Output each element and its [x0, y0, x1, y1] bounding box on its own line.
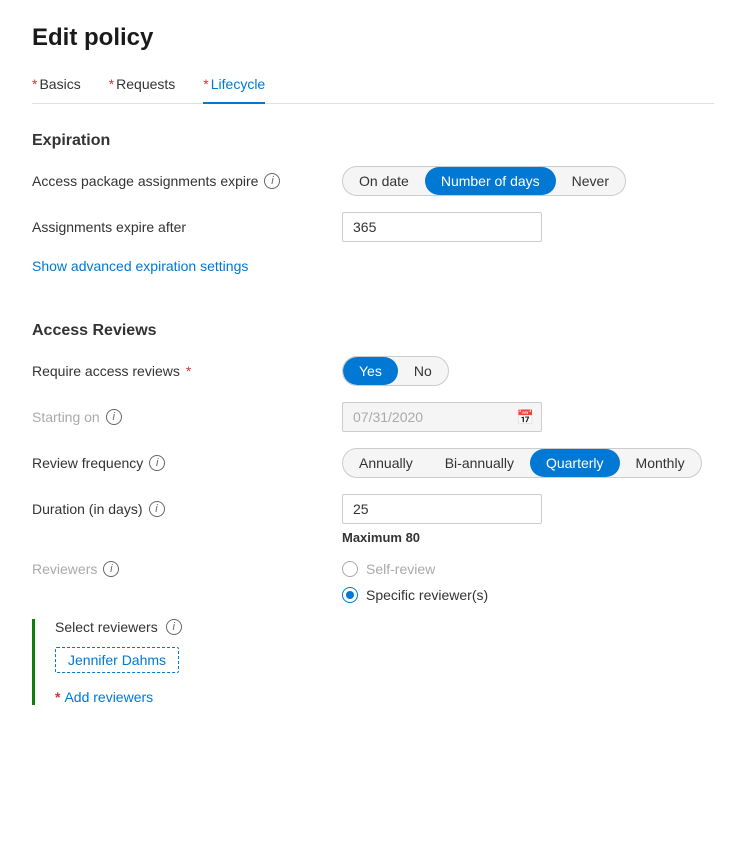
tab-basics[interactable]: *Basics	[32, 76, 81, 104]
add-reviewers-link[interactable]: Add reviewers	[64, 689, 153, 705]
tab-lifecycle-label: Lifecycle	[211, 76, 265, 92]
assignments-expire-row: Assignments expire after	[32, 212, 714, 242]
frequency-toggle-group: Annually Bi-annually Quarterly Monthly	[342, 448, 702, 478]
duration-label: Duration (in days) i	[32, 501, 342, 517]
self-review-option[interactable]: Self-review	[342, 561, 488, 577]
expire-number-days-btn[interactable]: Number of days	[425, 167, 556, 195]
basics-required-star: *	[32, 76, 37, 92]
expire-label: Access package assignments expire i	[32, 173, 342, 189]
tab-requests[interactable]: *Requests	[109, 76, 176, 104]
duration-info-icon[interactable]: i	[149, 501, 165, 517]
duration-row: Duration (in days) i	[32, 494, 714, 524]
starting-on-input	[342, 402, 542, 432]
reviewer-type-group: Self-review Specific reviewer(s)	[342, 561, 488, 603]
reviewers-row: Reviewers i Self-review Specific reviewe…	[32, 561, 714, 603]
starting-on-label-text: Starting on	[32, 409, 100, 425]
add-reviewers-star: *	[55, 689, 60, 705]
expire-label-text: Access package assignments expire	[32, 173, 258, 189]
reviewers-info-icon[interactable]: i	[103, 561, 119, 577]
page-title: Edit policy	[32, 24, 714, 52]
expiration-section-title: Expiration	[32, 132, 714, 150]
expire-on-date-btn[interactable]: On date	[343, 167, 425, 195]
frequency-row: Review frequency i Annually Bi-annually …	[32, 448, 714, 478]
expire-info-icon[interactable]: i	[264, 173, 280, 189]
require-reviews-label-text: Require access reviews	[32, 363, 180, 379]
freq-annually-btn[interactable]: Annually	[343, 449, 429, 477]
starting-on-row: Starting on i 📅	[32, 402, 714, 432]
select-reviewers-label: Select reviewers	[55, 619, 158, 635]
require-no-btn[interactable]: No	[398, 357, 448, 385]
calendar-icon: 📅	[517, 409, 534, 426]
frequency-label-text: Review frequency	[32, 455, 143, 471]
assignments-expire-label-text: Assignments expire after	[32, 219, 186, 235]
expire-toggle-group: On date Number of days Never	[342, 166, 626, 196]
duration-label-text: Duration (in days)	[32, 501, 143, 517]
require-reviews-star: *	[186, 363, 191, 379]
reviewers-label-text: Reviewers	[32, 561, 97, 577]
freq-quarterly-btn[interactable]: Quarterly	[530, 449, 620, 477]
access-reviews-section-title: Access Reviews	[32, 322, 714, 340]
frequency-info-icon[interactable]: i	[149, 455, 165, 471]
select-reviewers-info-icon[interactable]: i	[166, 619, 182, 635]
self-review-label: Self-review	[366, 561, 435, 577]
advanced-expiration-link[interactable]: Show advanced expiration settings	[32, 258, 248, 274]
tabs-nav: *Basics *Requests *Lifecycle	[32, 76, 714, 104]
select-reviewers-header: Select reviewers i	[55, 619, 714, 635]
select-reviewers-section: Select reviewers i Jennifer Dahms * Add …	[32, 619, 714, 705]
require-reviews-label: Require access reviews *	[32, 363, 342, 379]
reviewers-label: Reviewers i	[32, 561, 342, 577]
expire-never-btn[interactable]: Never	[556, 167, 625, 195]
starting-on-wrapper: 📅	[342, 402, 542, 432]
requests-required-star: *	[109, 76, 114, 92]
require-reviews-row: Require access reviews * Yes No	[32, 356, 714, 386]
expire-row: Access package assignments expire i On d…	[32, 166, 714, 196]
require-reviews-toggle-group: Yes No	[342, 356, 449, 386]
duration-max-note: Maximum 80	[342, 530, 714, 545]
starting-on-info-icon[interactable]: i	[106, 409, 122, 425]
specific-reviewer-option[interactable]: Specific reviewer(s)	[342, 587, 488, 603]
add-reviewers-row: * Add reviewers	[55, 689, 714, 705]
reviewer-chip[interactable]: Jennifer Dahms	[55, 647, 179, 673]
tab-requests-label: Requests	[116, 76, 175, 92]
require-yes-btn[interactable]: Yes	[343, 357, 398, 385]
self-review-radio[interactable]	[342, 561, 358, 577]
assignments-expire-label: Assignments expire after	[32, 219, 342, 235]
freq-monthly-btn[interactable]: Monthly	[620, 449, 701, 477]
tab-lifecycle[interactable]: *Lifecycle	[203, 76, 265, 104]
frequency-label: Review frequency i	[32, 455, 342, 471]
duration-input[interactable]	[342, 494, 542, 524]
access-reviews-section: Access Reviews Require access reviews * …	[32, 322, 714, 705]
lifecycle-required-star: *	[203, 76, 208, 92]
tab-basics-label: Basics	[39, 76, 80, 92]
starting-on-label: Starting on i	[32, 409, 342, 425]
specific-reviewer-label: Specific reviewer(s)	[366, 587, 488, 603]
specific-reviewer-radio[interactable]	[342, 587, 358, 603]
freq-biannually-btn[interactable]: Bi-annually	[429, 449, 530, 477]
expiration-section: Expiration Access package assignments ex…	[32, 132, 714, 298]
assignments-expire-input[interactable]	[342, 212, 542, 242]
